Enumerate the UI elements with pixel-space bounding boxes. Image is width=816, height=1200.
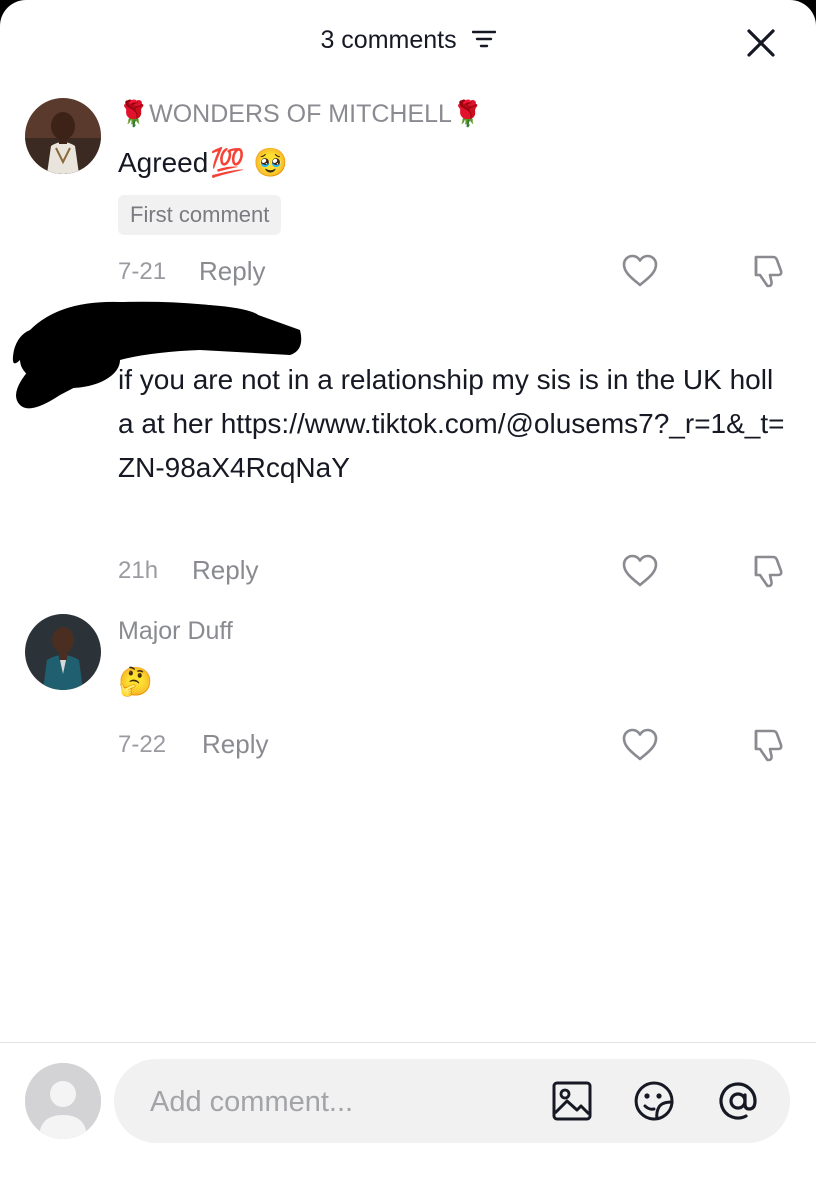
comments-sheet: 3 comments 🌹WONDERS OF MITCHELL🌹 Agreed💯… <box>0 0 816 1200</box>
image-icon[interactable] <box>550 1079 594 1123</box>
comment-date: 7-22 <box>118 731 167 758</box>
avatar[interactable] <box>25 614 101 690</box>
reply-button[interactable]: Reply <box>192 555 258 586</box>
comment-date: 21h <box>118 557 159 584</box>
heart-icon[interactable] <box>621 726 659 764</box>
comment-composer <box>0 1042 816 1200</box>
comment-text: if you are not in a relationship my sis … <box>118 364 785 483</box>
heart-icon[interactable] <box>621 552 659 590</box>
close-icon[interactable] <box>744 26 778 60</box>
emoji-sticker-icon[interactable] <box>632 1079 676 1123</box>
dislike-icon[interactable] <box>747 552 785 590</box>
user-avatar[interactable] <box>25 1063 101 1139</box>
rose-emoji: 🌹 <box>451 100 484 128</box>
heart-icon[interactable] <box>621 252 659 290</box>
comment-username[interactable]: Major Duff <box>118 617 233 646</box>
dislike-icon[interactable] <box>747 726 785 764</box>
add-comment-input[interactable] <box>148 1059 532 1145</box>
reply-button[interactable]: Reply <box>202 729 268 760</box>
filter-lines-icon[interactable] <box>471 29 496 49</box>
comments-count-label: 3 comments <box>320 26 457 54</box>
comment-text: 🤔 <box>118 666 153 697</box>
comment-input-container <box>114 1059 790 1145</box>
dislike-icon[interactable] <box>747 252 785 290</box>
mention-at-icon[interactable] <box>716 1079 760 1123</box>
